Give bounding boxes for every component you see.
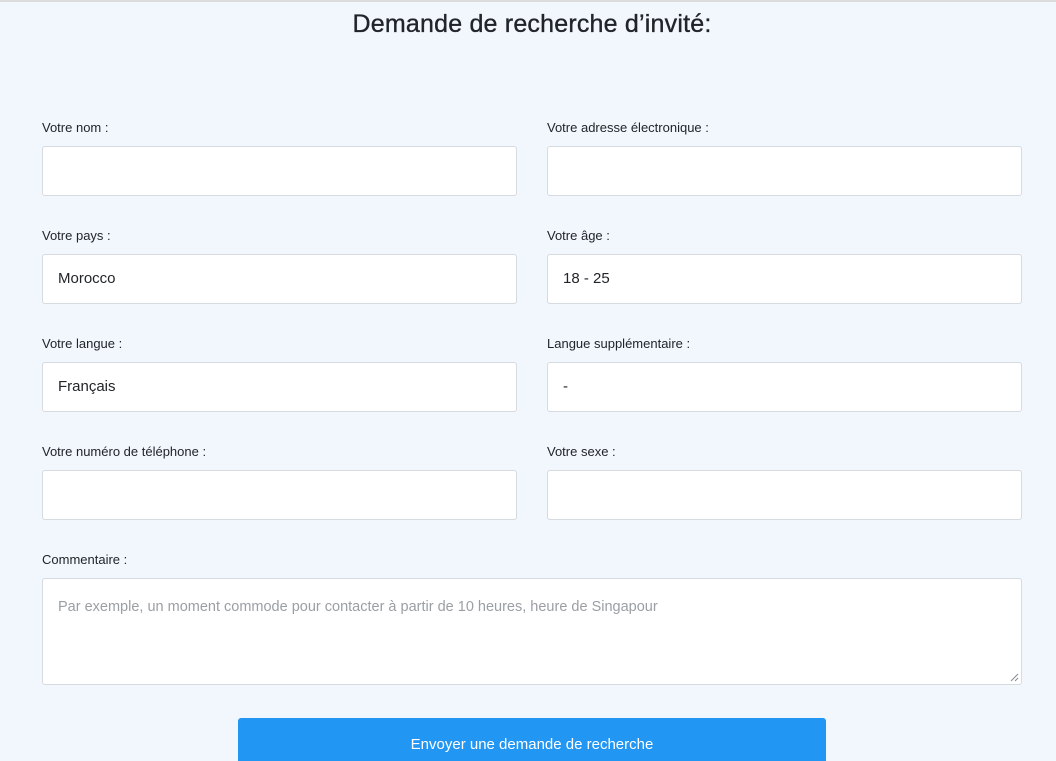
gender-label: Votre sexe : xyxy=(547,444,616,459)
comment-label: Commentaire : xyxy=(42,552,128,567)
email-label: Votre adresse électronique : xyxy=(547,120,709,135)
country-field-group: Votre pays : Morocco xyxy=(42,227,517,304)
phone-field-group: Votre numéro de téléphone : xyxy=(42,443,517,520)
comment-placeholder: Par exemple, un moment commode pour cont… xyxy=(58,599,658,615)
country-label: Votre pays : xyxy=(42,228,111,243)
submit-search-request-button[interactable]: Envoyer une demande de recherche xyxy=(238,718,826,761)
country-select[interactable]: Morocco xyxy=(42,254,517,304)
extra-language-select[interactable]: - xyxy=(547,362,1022,412)
gender-select[interactable] xyxy=(547,470,1022,520)
phone-label: Votre numéro de téléphone : xyxy=(42,444,207,459)
comment-field-group: Commentaire : Par exemple, un moment com… xyxy=(42,551,1022,685)
email-field-group: Votre adresse électronique : xyxy=(547,119,1022,196)
language-label: Votre langue : xyxy=(42,336,123,351)
guest-search-form-page: Demande de recherche d’invité: Votre nom… xyxy=(0,0,1056,761)
phone-input[interactable] xyxy=(42,470,517,520)
form-title: Demande de recherche d’invité: xyxy=(352,10,712,38)
comment-textarea[interactable]: Par exemple, un moment commode pour cont… xyxy=(42,578,1022,685)
extra-language-label: Langue supplémentaire : xyxy=(547,336,691,351)
name-input[interactable] xyxy=(42,146,517,196)
resize-handle-icon[interactable] xyxy=(1010,673,1019,682)
gender-field-group: Votre sexe : xyxy=(547,443,1022,520)
name-label: Votre nom : xyxy=(42,120,109,135)
age-field-group: Votre âge : 18 - 25 xyxy=(547,227,1022,304)
language-select[interactable]: Français xyxy=(42,362,517,412)
language-field-group: Votre langue : Français xyxy=(42,335,517,412)
age-select[interactable]: 18 - 25 xyxy=(547,254,1022,304)
age-label: Votre âge : xyxy=(547,228,610,243)
email-input[interactable] xyxy=(547,146,1022,196)
name-field-group: Votre nom : xyxy=(42,119,517,196)
extra-language-field-group: Langue supplémentaire : - xyxy=(547,335,1022,412)
